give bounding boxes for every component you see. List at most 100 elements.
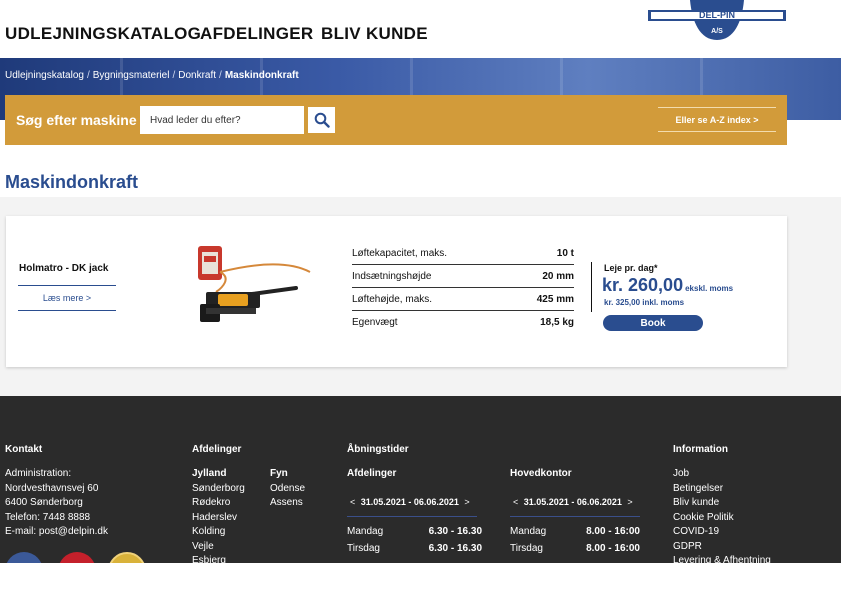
footer-contact-block: Administration: Nordvesthavnsvej 60 6400… xyxy=(5,467,108,540)
opening-hq-heading: Hovedkontor xyxy=(510,468,572,479)
department-link[interactable]: Vejle xyxy=(192,540,245,555)
opening-departments-heading: Afdelinger xyxy=(347,468,397,479)
department-link[interactable]: Haderslev xyxy=(192,511,245,526)
footer: Kontakt Administration: Nordvesthavnsvej… xyxy=(0,396,841,563)
info-link-gdpr[interactable]: GDPR xyxy=(673,540,771,555)
spec-value: 10 t xyxy=(556,247,574,259)
week-prev-button[interactable]: < xyxy=(350,497,355,507)
footer-jylland-list: Jylland Sønderborg Rødekro Haderslev Kol… xyxy=(192,467,245,563)
day-label: Mandag xyxy=(510,526,547,537)
award-badge-icon[interactable] xyxy=(108,552,146,563)
breadcrumb-item[interactable]: Udlejningskatalog xyxy=(5,70,84,81)
spec-row: Egenvægt 18,5 kg xyxy=(352,311,574,334)
page-bottom-area xyxy=(0,563,841,595)
day-label: Mandag xyxy=(347,526,384,537)
department-link[interactable]: Esbjerg xyxy=(192,554,245,563)
search-input[interactable] xyxy=(140,106,304,134)
spec-row: Løftehøjde, maks. 425 mm xyxy=(352,288,574,311)
time-value: 6.30 - 16.30 xyxy=(428,543,482,554)
week-range: 31.05.2021 - 06.06.2021 xyxy=(523,497,622,507)
breadcrumb: Udlejningskatalog / Bygningsmateriel / Donkr… xyxy=(5,70,299,81)
search-icon xyxy=(314,112,330,128)
day-label: Tirsdag xyxy=(510,543,543,554)
nav-catalog-link[interactable]: UDLEJNINGSKATALOG xyxy=(5,24,201,44)
region-heading-jylland: Jylland xyxy=(192,468,227,479)
price-incl-vat: kr. 325,00 inkl. moms xyxy=(604,298,685,307)
week-selector-hq: < 31.05.2021 - 06.06.2021 > xyxy=(510,497,636,507)
youtube-icon[interactable] xyxy=(58,552,96,563)
breadcrumb-item[interactable]: Bygningsmateriel xyxy=(93,70,170,81)
spec-table: Løftekapacitet, maks. 10 t Indsætningshø… xyxy=(352,242,574,334)
search-button[interactable] xyxy=(307,106,336,134)
time-value: 8.00 - 16:00 xyxy=(586,526,640,537)
spec-label: Løftekapacitet, maks. xyxy=(352,247,448,259)
time-value: 6.30 - 16.30 xyxy=(428,526,482,537)
footer-information-heading: Information xyxy=(673,444,728,455)
spec-row: Indsætningshøjde 20 mm xyxy=(352,265,574,288)
department-link[interactable]: Sønderborg xyxy=(192,482,245,497)
product-name[interactable]: Holmatro - DK jack xyxy=(19,263,108,274)
hq-hours: Mandag 8.00 - 16:00 Tirsdag 8.00 - 16:00 xyxy=(510,526,640,560)
department-link[interactable]: Odense xyxy=(270,482,305,497)
price-suffix: ekskl. moms xyxy=(685,284,734,293)
spec-value: 18,5 kg xyxy=(540,317,574,328)
page-title: Maskindonkraft xyxy=(5,172,139,192)
week-selector-departments: < 31.05.2021 - 06.06.2021 > xyxy=(347,497,473,507)
department-link[interactable]: Assens xyxy=(270,496,305,511)
week-range: 31.05.2021 - 06.06.2021 xyxy=(360,497,459,507)
read-more-button[interactable]: Læs mere > xyxy=(18,285,116,311)
price-label: Leje pr. dag* xyxy=(604,263,658,273)
region-heading-fyn: Fyn xyxy=(270,468,288,479)
hours-row: Mandag 8.00 - 16:00 xyxy=(510,526,640,543)
info-link-delivery[interactable]: Levering & Afhentning xyxy=(673,554,771,563)
footer-opening-heading: Åbningstider xyxy=(347,444,409,455)
spec-label: Løftehøjde, maks. xyxy=(352,293,433,305)
footer-departments-heading: Afdelinger xyxy=(192,444,242,455)
price-value: kr. 260,00 xyxy=(602,275,684,295)
hours-row: Tirsdag 8.00 - 16:00 xyxy=(510,543,640,560)
nav-become-customer-link[interactable]: BLIV KUNDE xyxy=(321,24,428,44)
spec-value: 20 mm xyxy=(542,270,574,282)
product-image[interactable] xyxy=(192,242,314,330)
time-value: 8.00 - 16:00 xyxy=(586,543,640,554)
department-link[interactable]: Rødekro xyxy=(192,496,245,511)
price: kr. 260,00 ekskl. moms xyxy=(602,275,733,296)
departments-hours: Mandag 6.30 - 16.30 Tirsdag 6.30 - 16.30 xyxy=(347,526,482,560)
hours-row: Tirsdag 6.30 - 16.30 xyxy=(347,543,482,560)
info-link-cookie-policy[interactable]: Cookie Politik xyxy=(673,511,771,526)
nav-departments-link[interactable]: AFDELINGER xyxy=(200,24,314,44)
delpin-logo[interactable]: DEL-PIN A/S xyxy=(648,0,786,40)
logo-text: DEL-PIN xyxy=(699,10,735,20)
contact-phone[interactable]: Telefon: 7448 8888 xyxy=(5,511,108,526)
contact-line: Administration: xyxy=(5,468,72,479)
footer-contact-heading: Kontakt xyxy=(5,444,43,455)
info-link-become-customer[interactable]: Bliv kunde xyxy=(673,496,771,511)
breadcrumb-current: Maskindonkraft xyxy=(224,70,299,81)
spec-row: Løftekapacitet, maks. 10 t xyxy=(352,242,574,265)
info-link-terms[interactable]: Betingelser xyxy=(673,482,771,497)
info-link-job[interactable]: Job xyxy=(673,467,771,482)
department-link[interactable]: Kolding xyxy=(192,525,245,540)
search-label: Søg efter maskine xyxy=(16,112,137,128)
contact-email[interactable]: E-mail: post@delpin.dk xyxy=(5,525,108,540)
day-label: Tirsdag xyxy=(347,543,380,554)
spec-label: Egenvægt xyxy=(352,317,398,328)
hours-row: Mandag 6.30 - 16.30 xyxy=(347,526,482,543)
contact-line: 6400 Sønderborg xyxy=(5,497,83,508)
info-link-covid[interactable]: COVID-19 xyxy=(673,525,771,540)
facebook-icon[interactable] xyxy=(5,552,43,563)
breadcrumb-item[interactable]: Donkraft xyxy=(178,70,216,81)
week-next-button[interactable]: > xyxy=(464,497,469,507)
az-index-link[interactable]: Eller se A-Z index > xyxy=(658,107,776,132)
week-next-button[interactable]: > xyxy=(627,497,632,507)
week-prev-button[interactable]: < xyxy=(513,497,518,507)
footer-information-links: Job Betingelser Bliv kunde Cookie Politi… xyxy=(673,467,771,563)
week-underline xyxy=(510,516,640,517)
footer-fyn-list: Fyn Odense Assens xyxy=(270,467,305,511)
search-bar: Søg efter maskine Eller se A-Z index > xyxy=(5,95,787,145)
spec-value: 425 mm xyxy=(536,293,574,305)
book-button[interactable]: Book xyxy=(603,315,703,331)
spec-label: Indsætningshøjde xyxy=(352,270,432,282)
week-underline xyxy=(347,516,477,517)
product-card: Holmatro - DK jack Læs mere > Løftekapac… xyxy=(6,216,787,367)
